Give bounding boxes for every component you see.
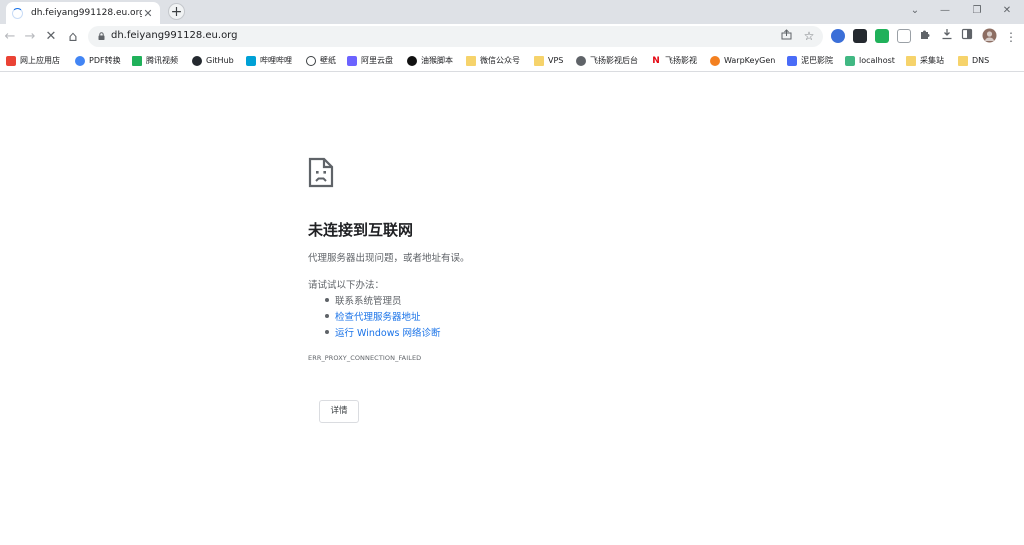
bookmark-label: 腾讯视频 bbox=[146, 56, 178, 65]
bookmark-item[interactable]: 阿里云盘 bbox=[347, 54, 393, 67]
bookmark-label: 网上应用店 bbox=[20, 56, 60, 65]
folder-icon bbox=[958, 55, 968, 66]
tab-close-button[interactable]: ✕ bbox=[142, 7, 154, 20]
bookmark-label: 采集站 bbox=[920, 56, 944, 65]
browser-toolbar: ← → ✕ ⌂ dh.feiyang991128.eu.org ☆ ⋮ bbox=[0, 24, 1024, 49]
bookmark-folder[interactable]: 采集站 bbox=[906, 54, 944, 67]
bookmark-label: GitHub bbox=[206, 56, 234, 65]
tab-strip: dh.feiyang991128.eu.org ✕ + ⌄ — ❐ ✕ bbox=[0, 0, 1024, 24]
bookmark-item[interactable]: 哔哩哔哩 bbox=[246, 54, 292, 67]
sad-page-icon bbox=[308, 157, 334, 188]
bilibili-icon bbox=[246, 55, 256, 66]
chrome-web-store-icon bbox=[6, 55, 16, 66]
extension-icon-3[interactable] bbox=[875, 29, 889, 43]
bookmark-label: 飞扬影视 bbox=[665, 56, 697, 65]
bookmark-folder[interactable]: 微信公众号 bbox=[466, 54, 520, 67]
bookmark-label: WarpKeyGen bbox=[724, 56, 776, 65]
bookmark-item[interactable]: PDF转换 bbox=[75, 54, 121, 67]
suggestions-heading: 请试试以下办法： bbox=[308, 280, 385, 291]
bookmark-label: 油猴脚本 bbox=[421, 56, 453, 65]
suggestion-network-diagnostics-link[interactable]: 运行 Windows 网络诊断 bbox=[324, 325, 440, 339]
back-button[interactable]: ← bbox=[1, 28, 19, 46]
bookmark-folder[interactable]: DNS bbox=[958, 54, 989, 67]
window-close-button[interactable]: ✕ bbox=[992, 3, 1022, 19]
tab-active[interactable]: dh.feiyang991128.eu.org ✕ bbox=[6, 2, 160, 24]
bookmark-item[interactable]: 飞扬影视后台 bbox=[576, 54, 638, 67]
new-tab-button[interactable]: + bbox=[168, 3, 185, 20]
extension-icon-4[interactable] bbox=[897, 29, 911, 43]
netflix-icon: N bbox=[651, 55, 661, 66]
bookmark-label: 微信公众号 bbox=[480, 56, 520, 65]
bookmark-star-icon[interactable]: ☆ bbox=[802, 29, 816, 43]
bookmark-item[interactable]: 油猴脚本 bbox=[407, 54, 453, 67]
folder-icon bbox=[906, 55, 916, 66]
play-icon bbox=[787, 55, 797, 66]
aliyun-drive-icon bbox=[347, 55, 357, 66]
error-title: 未连接到互联网 bbox=[308, 221, 414, 239]
forward-button[interactable]: → bbox=[21, 28, 39, 46]
suggestion-check-proxy-link[interactable]: 检查代理服务器地址 bbox=[325, 309, 421, 323]
tab-search-button[interactable]: ⌄ bbox=[900, 3, 930, 19]
extension-icon-1[interactable] bbox=[831, 29, 845, 43]
share-icon[interactable] bbox=[779, 29, 793, 43]
extensions-puzzle-icon[interactable] bbox=[916, 28, 934, 46]
bookmark-label: localhost bbox=[859, 56, 895, 65]
bookmark-item[interactable]: GitHub bbox=[192, 54, 234, 67]
side-panel-icon[interactable] bbox=[958, 28, 976, 46]
bookmark-label: 哔哩哔哩 bbox=[260, 56, 292, 65]
bookmark-label: PDF转换 bbox=[89, 56, 121, 65]
error-summary: 代理服务器出现问题，或者地址有误。 bbox=[308, 253, 470, 264]
vue-icon bbox=[845, 55, 855, 66]
suggestion-contact-admin: 联系系统管理员 bbox=[325, 293, 402, 307]
downloads-icon[interactable] bbox=[938, 28, 956, 46]
bookmark-label: 阿里云盘 bbox=[361, 56, 393, 65]
stop-loading-button[interactable]: ✕ bbox=[42, 28, 60, 46]
minimize-button[interactable]: — bbox=[930, 3, 960, 19]
bookmark-item[interactable]: localhost bbox=[845, 54, 895, 67]
extension-icon-2[interactable] bbox=[853, 29, 867, 43]
bookmark-item[interactable]: 壁纸 bbox=[306, 54, 336, 67]
wallpaper-icon bbox=[306, 55, 316, 66]
home-button[interactable]: ⌂ bbox=[64, 28, 82, 46]
pdf-convert-icon bbox=[75, 55, 85, 66]
folder-icon bbox=[534, 55, 544, 66]
loading-spinner-icon bbox=[12, 7, 23, 19]
tampermonkey-icon bbox=[407, 55, 417, 66]
details-button[interactable]: 详情 bbox=[319, 400, 359, 423]
error-code: ERR_PROXY_CONNECTION_FAILED bbox=[308, 354, 422, 362]
profile-avatar[interactable] bbox=[980, 28, 998, 46]
bookmarks-bar: 网上应用店 PDF转换 腾讯视频 GitHub 哔哩哔哩 壁纸 阿里云盘 油猴脚… bbox=[0, 49, 1024, 72]
chrome-menu-icon[interactable]: ⋮ bbox=[1002, 28, 1020, 46]
lock-icon[interactable] bbox=[98, 32, 105, 40]
folder-icon bbox=[466, 55, 476, 66]
bookmark-label: DNS bbox=[972, 56, 990, 65]
bookmark-label: 飞扬影视后台 bbox=[590, 56, 638, 65]
bookmark-label: VPS bbox=[548, 56, 564, 65]
restore-button[interactable]: ❐ bbox=[962, 3, 992, 19]
url-text[interactable]: dh.feiyang991128.eu.org bbox=[111, 30, 237, 41]
bookmark-folder[interactable]: VPS bbox=[534, 54, 563, 67]
bookmark-item[interactable]: 泥巴影院 bbox=[787, 54, 833, 67]
bookmark-item[interactable]: 腾讯视频 bbox=[132, 54, 178, 67]
bookmark-item[interactable]: WarpKeyGen bbox=[710, 54, 775, 67]
address-bar[interactable]: dh.feiyang991128.eu.org ☆ bbox=[88, 26, 823, 47]
bookmark-item[interactable]: N 飞扬影视 bbox=[651, 54, 697, 67]
tab-title: dh.feiyang991128.eu.org bbox=[31, 8, 142, 18]
bookmark-label: 壁纸 bbox=[320, 56, 336, 65]
globe-icon bbox=[576, 55, 586, 66]
github-icon bbox=[192, 55, 202, 66]
bookmark-item[interactable]: 网上应用店 bbox=[6, 54, 60, 67]
warp-icon bbox=[710, 55, 720, 66]
tencent-video-icon bbox=[132, 55, 142, 66]
bookmark-label: 泥巴影院 bbox=[801, 56, 833, 65]
